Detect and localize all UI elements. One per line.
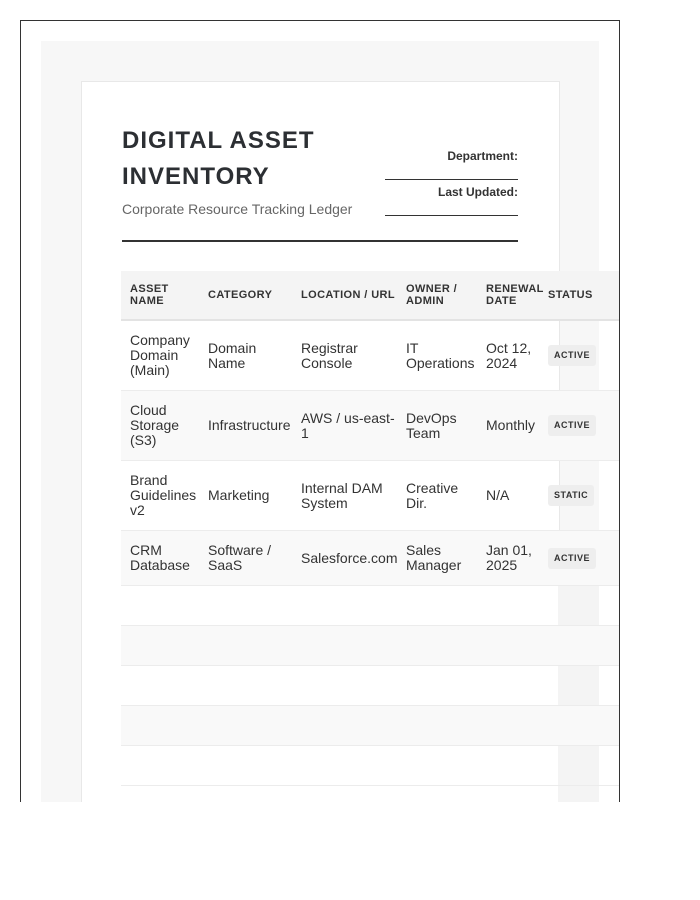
last-updated-label: Last Updated:: [437, 185, 518, 199]
last-updated-input-line[interactable]: [385, 215, 518, 216]
header-divider: [122, 240, 518, 242]
last-updated-field: Last Updated:: [385, 185, 518, 221]
cell-category: Marketing: [208, 487, 270, 503]
status-badge: STATIC: [548, 485, 595, 506]
cell-category: Infrastructure: [208, 417, 291, 433]
table-row: CRM Database Software / SaaS Salesforce.…: [121, 531, 619, 586]
empty-table-row: [121, 746, 619, 786]
table-row: Cloud Storage (S3) Infrastructure AWS / …: [121, 391, 619, 461]
column-header-status: STATUS: [548, 289, 593, 301]
cell-renewal-date: N/A: [486, 487, 510, 503]
cell-renewal-date: Monthly: [486, 417, 536, 433]
cell-status: ACTIVE: [548, 345, 619, 366]
cell-owner: Creative Dir.: [406, 479, 459, 511]
cell-asset-name: Cloud Storage (S3): [130, 402, 180, 448]
cell-owner: DevOps Team: [406, 409, 457, 441]
document-subtitle: Corporate Resource Tracking Ledger: [122, 201, 353, 217]
page-frame: DIGITAL ASSET INVENTORY Corporate Resour…: [20, 20, 620, 802]
meta-fields: Department: Last Updated:: [385, 149, 518, 221]
column-header-location: LOCATION / URL: [301, 289, 395, 301]
cell-owner: Sales Manager: [406, 542, 462, 573]
document-title: DIGITAL ASSET INVENTORY: [122, 127, 315, 190]
table-row: Company Domain (Main) Domain Name Regist…: [121, 321, 619, 391]
cell-location: Internal DAM System: [301, 479, 383, 511]
department-field: Department:: [385, 149, 518, 185]
cell-asset-name: CRM Database: [130, 542, 190, 573]
department-label: Department:: [447, 149, 518, 163]
column-header-asset-name: ASSET NAME: [130, 283, 169, 307]
cell-renewal-date: Jan 01, 2025: [486, 542, 532, 573]
cell-asset-name: Brand Guidelines v2: [130, 472, 197, 518]
column-header-owner: OWNER / ADMIN: [406, 283, 458, 307]
cell-status: ACTIVE: [548, 547, 619, 569]
table-header: ASSET NAME CATEGORY LOCATION / URL OWNER…: [121, 271, 619, 321]
cell-category: Software / SaaS: [208, 542, 272, 573]
cell-location: Salesforce.com: [301, 549, 398, 566]
empty-table-row: [121, 706, 619, 746]
asset-table: ASSET NAME CATEGORY LOCATION / URL OWNER…: [121, 271, 619, 786]
status-badge: ACTIVE: [548, 345, 597, 366]
table-row: Brand Guidelines v2 Marketing Internal D…: [121, 461, 619, 531]
empty-table-row: [121, 666, 619, 706]
cell-status: STATIC: [548, 485, 619, 506]
column-header-renewal-date: RENEWAL DATE: [486, 283, 544, 307]
cell-owner: IT Operations: [406, 339, 475, 371]
department-input-line[interactable]: [385, 179, 518, 180]
cell-status: ACTIVE: [548, 415, 619, 436]
cell-location: Registrar Console: [301, 339, 358, 371]
cell-category: Domain Name: [208, 339, 257, 371]
status-badge: ACTIVE: [548, 547, 597, 569]
cell-renewal-date: Oct 12, 2024: [486, 339, 532, 371]
empty-table-row: [121, 626, 619, 666]
cell-asset-name: Company Domain (Main): [130, 332, 190, 378]
empty-table-row: [121, 586, 619, 626]
status-badge: ACTIVE: [548, 415, 597, 436]
cell-location: AWS / us-east-1: [301, 409, 395, 441]
column-header-category: CATEGORY: [208, 289, 273, 301]
